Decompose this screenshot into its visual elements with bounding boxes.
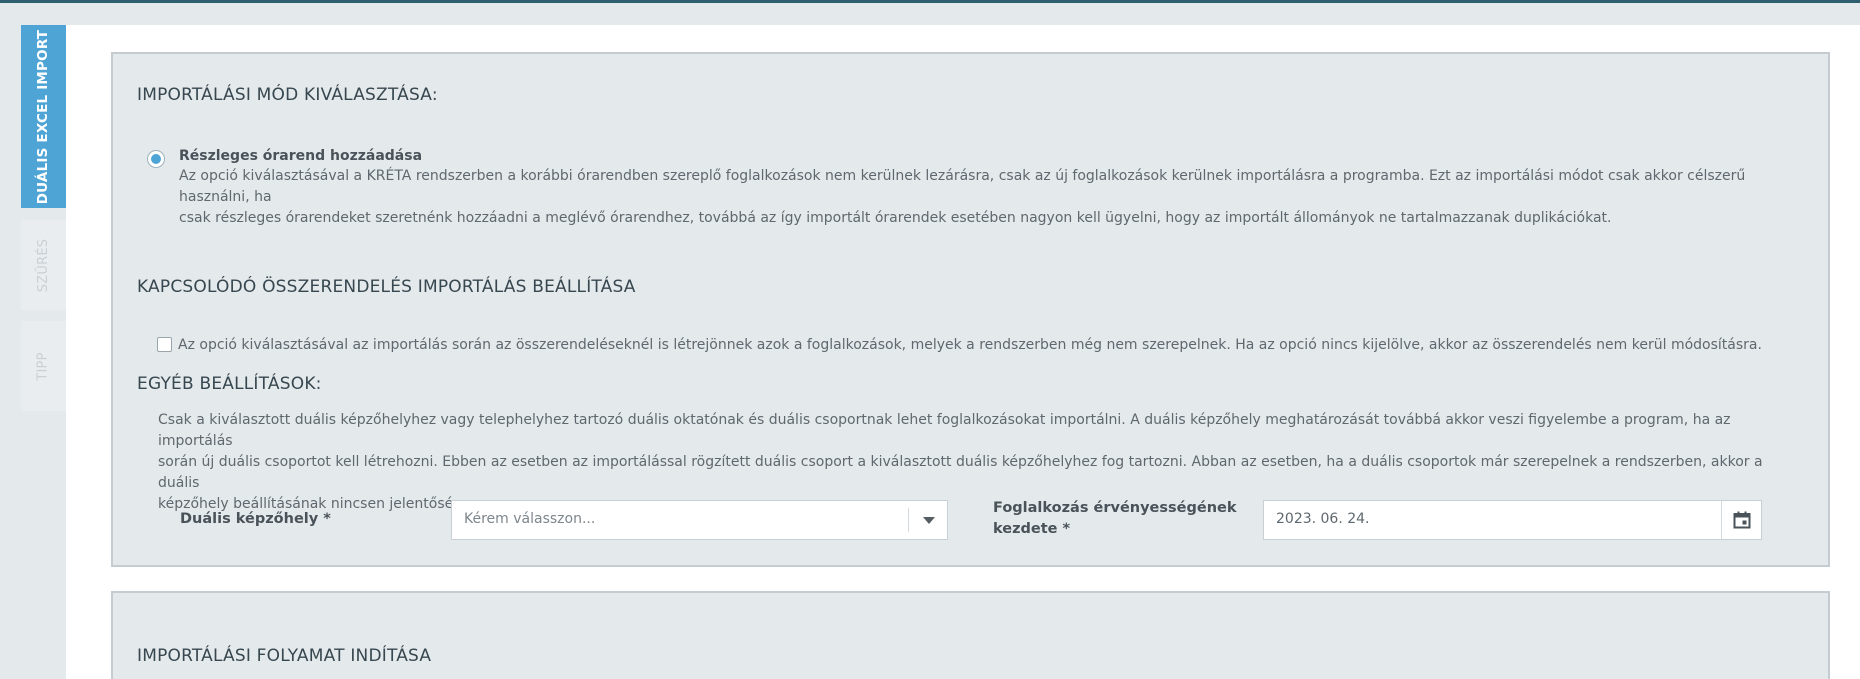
partial-schedule-text: Részleges órarend hozzáadása Az opció ki…: [179, 146, 1799, 229]
select-divider: [908, 508, 909, 532]
validity-start-label-line: kezdete *: [993, 521, 1071, 537]
partial-schedule-desc-line: Az opció kiválasztásával a KRÉTA rendsze…: [179, 168, 1746, 205]
chevron-down-icon[interactable]: [923, 517, 935, 524]
validity-start-date-input[interactable]: 2023. 06. 24.: [1263, 500, 1762, 540]
tab-label: SZŰRÉS: [36, 238, 51, 292]
linked-assignment-checkbox[interactable]: [157, 337, 172, 352]
partial-schedule-radio[interactable]: [147, 150, 165, 168]
calendar-button[interactable]: [1721, 501, 1761, 539]
import-mode-title: IMPORTÁLÁSI MÓD KIVÁLASZTÁSA:: [137, 85, 438, 105]
training-place-label: Duális képzőhely *: [180, 511, 331, 527]
tab-tipp[interactable]: TIPP: [21, 321, 66, 411]
validity-start-label-line: Foglalkozás érvényességének: [993, 500, 1237, 516]
validity-start-date-value: 2023. 06. 24.: [1276, 511, 1370, 527]
partial-schedule-desc-line: csak részleges órarendeket szeretnénk ho…: [179, 210, 1612, 226]
import-settings-panel: IMPORTÁLÁSI MÓD KIVÁLASZTÁSA: Részleges …: [111, 52, 1830, 567]
calendar-icon: [1733, 511, 1751, 529]
linked-assignment-label: Az opció kiválasztásával az importálás s…: [178, 337, 1762, 353]
validity-start-label: Foglalkozás érvényességének kezdete *: [993, 498, 1237, 540]
linked-assignment-title: KAPCSOLÓDÓ ÖSSZERENDELÉS IMPORTÁLÁS BEÁL…: [137, 277, 636, 297]
training-place-placeholder: Kérem válasszon...: [464, 511, 596, 527]
other-settings-desc-line: során új duális csoportot kell létrehozn…: [158, 454, 1763, 491]
tab-dualis-excel-import[interactable]: DUÁLIS EXCEL IMPORT: [21, 25, 66, 208]
other-settings-title: EGYÉB BEÁLLÍTÁSOK:: [137, 374, 322, 394]
partial-schedule-label: Részleges órarend hozzáadása: [179, 148, 423, 164]
other-settings-desc-line: Csak a kiválasztott duális képzőhelyhez …: [158, 412, 1731, 449]
tab-szures[interactable]: SZŰRÉS: [21, 220, 66, 310]
training-place-select[interactable]: Kérem válasszon...: [451, 500, 948, 540]
tab-label: DUÁLIS EXCEL IMPORT: [35, 29, 52, 204]
start-import-panel: IMPORTÁLÁSI FOLYAMAT INDÍTÁSA: [111, 591, 1830, 679]
top-band: [0, 3, 1860, 25]
start-import-title: IMPORTÁLÁSI FOLYAMAT INDÍTÁSA: [137, 646, 432, 666]
tab-label: TIPP: [35, 351, 51, 381]
